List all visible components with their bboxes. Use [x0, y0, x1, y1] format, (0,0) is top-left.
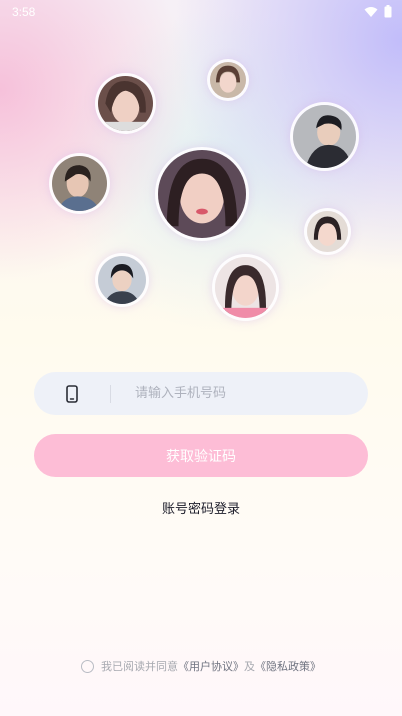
- avatar-woman-1: [98, 76, 153, 131]
- phone-input-container[interactable]: [34, 372, 368, 415]
- input-divider: [110, 384, 111, 403]
- avatar-woman-3: [158, 150, 246, 238]
- wifi-icon: [364, 6, 378, 21]
- avatar-man-3: [98, 256, 146, 304]
- avatar-woman-2: [210, 62, 246, 98]
- status-icons: [364, 5, 392, 21]
- avatar-man-1: [293, 105, 356, 168]
- agreement-conjunction: 及: [244, 660, 255, 673]
- user-agreement-link[interactable]: 《用户协议》: [178, 658, 244, 674]
- avatar-man-2: [52, 156, 107, 211]
- phone-number-input[interactable]: [133, 385, 337, 402]
- battery-icon: [384, 5, 392, 21]
- password-login-link[interactable]: 账号密码登录: [0, 498, 402, 517]
- privacy-policy-link[interactable]: 《隐私政策》: [255, 658, 321, 674]
- agreement-row: 我已阅读并同意 《用户协议》 及 《隐私政策》: [0, 658, 402, 674]
- status-time: 3:58: [12, 5, 36, 19]
- status-bar: 3:58: [0, 0, 402, 24]
- avatar-woman-5: [215, 257, 276, 318]
- get-verification-code-button[interactable]: 获取验证码: [34, 434, 368, 477]
- agreement-checkbox[interactable]: [81, 659, 94, 673]
- background: [0, 0, 402, 716]
- phone-icon: [34, 384, 110, 403]
- agreement-prefix: 我已阅读并同意: [101, 660, 178, 673]
- avatar-woman-4: [307, 211, 348, 252]
